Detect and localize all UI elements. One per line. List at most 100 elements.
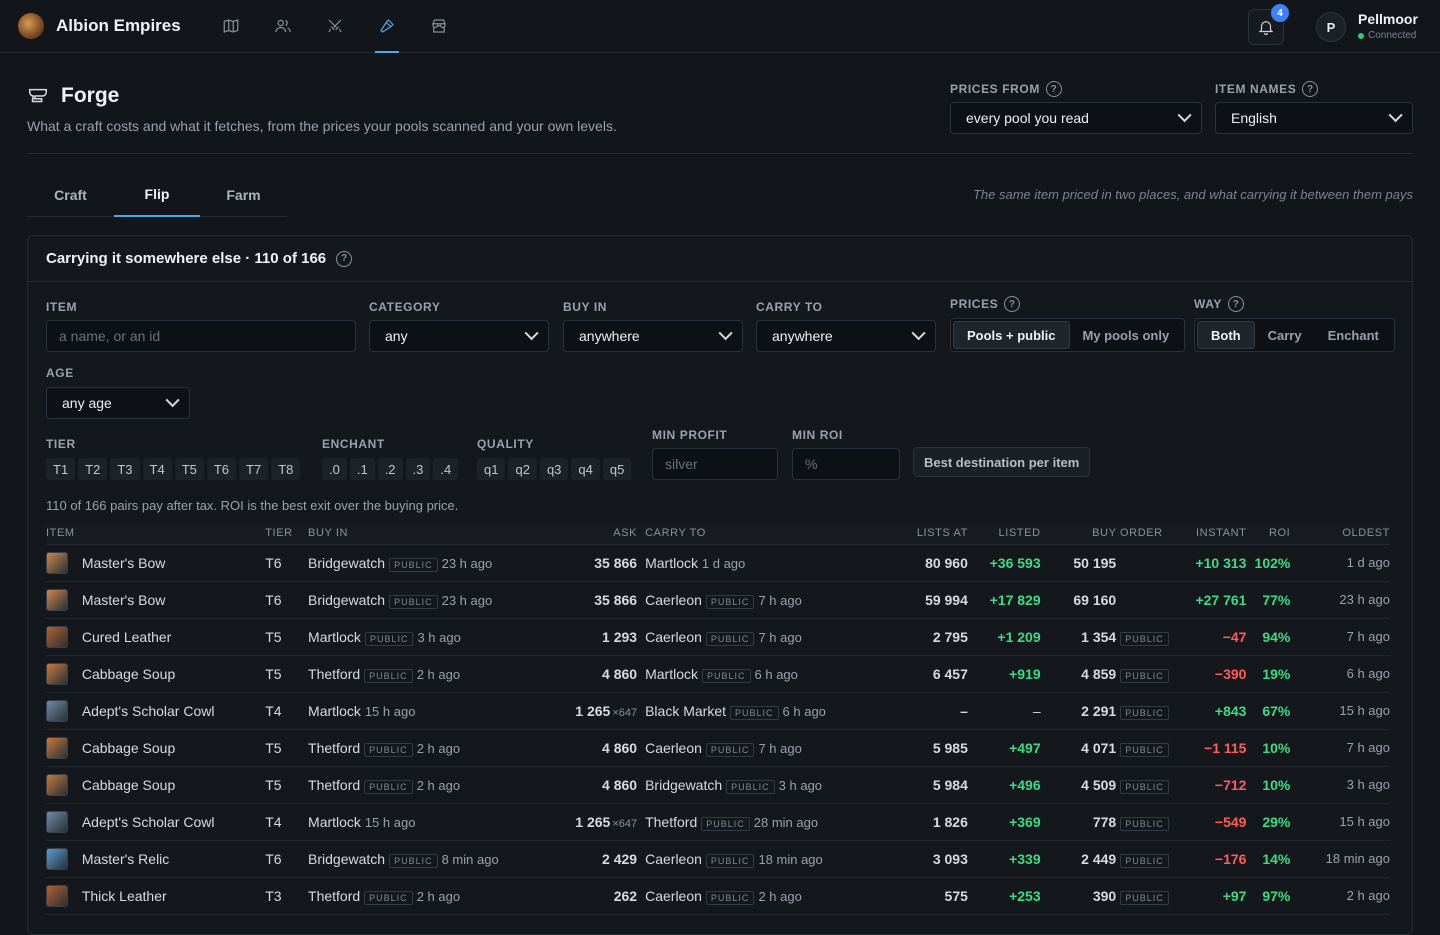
carry-to-label: CARRY TO [756, 300, 823, 314]
column-header[interactable]: ROI [1246, 522, 1291, 545]
tier-chip[interactable]: T1 [46, 458, 76, 480]
tab-flip[interactable]: Flip [114, 172, 200, 217]
item-name[interactable]: Master's Bow [81, 581, 266, 619]
item-name[interactable]: Thick Leather [81, 877, 266, 915]
quality-chip[interactable]: q1 [477, 458, 506, 480]
top-bar: Albion Empires 4 P Pellmoor Connected [0, 0, 1440, 53]
table-row[interactable]: Thick Leather T3 Thetford PUBLIC 2 h ago 262 C… [46, 877, 1390, 915]
best-destination-button[interactable]: Best destination per item [913, 447, 1091, 477]
item-name[interactable]: Master's Relic [81, 840, 266, 878]
item-name[interactable]: Adept's Scholar Cowl [81, 803, 266, 841]
age-select[interactable]: any age [46, 387, 190, 419]
carry-age: 1 d ago [701, 555, 746, 571]
carry-to-cell: Black Market PUBLIC 6 h ago [645, 692, 879, 730]
way-carry-button[interactable]: Carry [1255, 321, 1315, 349]
item-search-input[interactable]: a name, or an id [46, 320, 356, 352]
nav-market-icon[interactable] [413, 0, 465, 53]
tab-farm[interactable]: Farm [200, 172, 287, 217]
oldest: 7 h ago [1290, 618, 1390, 656]
tier-chip[interactable]: T2 [78, 458, 108, 480]
table-row[interactable]: Adept's Scholar Cowl T4 Martlock 15 h ago 1… [46, 803, 1390, 841]
prices-pools-public-button[interactable]: Pools + public [953, 321, 1070, 349]
table-row[interactable]: Cured Leather T5 Martlock PUBLIC 3 h ago 1 29… [46, 618, 1390, 656]
buy-in-cell: Bridgewatch PUBLIC 8 min ago [308, 840, 518, 878]
enchant-chip[interactable]: .3 [405, 458, 431, 480]
column-header[interactable]: ASK [517, 522, 646, 545]
table-row[interactable]: Adept's Scholar Cowl T4 Martlock 15 h ago 1… [46, 692, 1390, 730]
tier-chip[interactable]: T5 [174, 458, 204, 480]
user-status-label: Connected [1368, 30, 1417, 41]
carry-age: 18 min ago [758, 851, 823, 867]
instant-profit: −176 [1172, 840, 1247, 878]
enchant-chip[interactable]: .1 [349, 458, 375, 480]
column-header[interactable]: CARRY TO [645, 522, 879, 545]
quality-chip[interactable]: q5 [602, 458, 632, 480]
column-header[interactable]: BUY IN [308, 522, 518, 545]
item-name[interactable]: Cabbage Soup [81, 729, 266, 767]
carry-to-cell: Bridgewatch PUBLIC 3 h ago [645, 766, 879, 804]
column-header[interactable]: INSTANT [1172, 522, 1247, 545]
min-roi-input[interactable]: % [792, 448, 900, 480]
enchant-chip[interactable]: .2 [377, 458, 403, 480]
buy-age: 23 h ago [441, 592, 493, 608]
notifications-button[interactable]: 4 [1248, 4, 1289, 45]
column-header[interactable]: OLDEST [1290, 522, 1390, 545]
table-row[interactable]: Master's Bow T6 Bridgewatch PUBLIC 23 h ago 3… [46, 544, 1390, 582]
public-tag: PUBLIC [705, 631, 755, 646]
tier-chip[interactable]: T7 [239, 458, 269, 480]
help-icon[interactable]: ? [336, 250, 353, 267]
nav-map-icon[interactable] [205, 0, 257, 53]
min-profit-input[interactable]: silver [652, 448, 778, 480]
item-name[interactable]: Master's Bow [81, 544, 266, 582]
nav-swords-icon[interactable] [309, 0, 361, 53]
column-header[interactable]: LISTED [967, 522, 1041, 545]
item-name[interactable]: Cabbage Soup [81, 655, 266, 693]
buy-order: 4 071 [1040, 729, 1117, 767]
oldest: 2 h ago [1290, 877, 1390, 915]
table-row[interactable]: Cabbage Soup T5 Thetford PUBLIC 2 h ago 4 860… [46, 766, 1390, 804]
enchant-chip[interactable]: .0 [322, 458, 347, 480]
table-row[interactable]: Cabbage Soup T5 Thetford PUBLIC 2 h ago 4 860… [46, 729, 1390, 767]
table-row[interactable]: Master's Bow T6 Bridgewatch PUBLIC 23 h ago 3… [46, 581, 1390, 619]
carry-age: 7 h ago [758, 629, 802, 645]
tier-chip[interactable]: T6 [206, 458, 237, 480]
help-icon[interactable]: ? [1228, 296, 1245, 312]
column-header[interactable]: TIER [265, 522, 309, 545]
buy-age: 23 h ago [441, 555, 493, 571]
quality-chip[interactable]: q4 [571, 458, 600, 480]
item-name[interactable]: Adept's Scholar Cowl [81, 692, 266, 730]
buy-in-select[interactable]: anywhere [563, 320, 743, 352]
oldest: 15 h ago [1290, 692, 1390, 730]
help-icon[interactable]: ? [1302, 81, 1319, 97]
tab-craft[interactable]: Craft [27, 172, 114, 217]
prices-from-label: PRICES FROM? [950, 81, 1062, 97]
nav-users-icon[interactable] [257, 0, 309, 53]
carry-to-select[interactable]: anywhere [756, 320, 936, 352]
column-header[interactable]: BUY ORDER [1040, 522, 1173, 545]
category-select[interactable]: any [369, 320, 549, 352]
help-icon[interactable]: ? [1045, 81, 1062, 97]
item-tier: T3 [265, 877, 309, 915]
public-tag: PUBLIC [726, 779, 775, 794]
column-header[interactable]: LISTS AT [878, 522, 968, 545]
quality-chip[interactable]: q2 [508, 458, 537, 480]
item-names-select[interactable]: English [1215, 102, 1413, 134]
table-row[interactable]: Master's Relic T6 Bridgewatch PUBLIC 8 min a… [46, 840, 1390, 878]
table-row[interactable]: Cabbage Soup T5 Thetford PUBLIC 2 h ago 4 860… [46, 655, 1390, 693]
way-enchant-button[interactable]: Enchant [1315, 321, 1392, 349]
help-icon[interactable]: ? [1004, 296, 1021, 312]
tier-chip[interactable]: T3 [110, 458, 140, 480]
tier-chip[interactable]: T8 [271, 458, 301, 480]
quality-chip[interactable]: q3 [539, 458, 569, 480]
tier-chip[interactable]: T4 [142, 458, 172, 480]
prices-my-pools-button[interactable]: My pools only [1070, 321, 1183, 349]
enchant-chip[interactable]: .4 [433, 458, 459, 480]
item-name[interactable]: Cured Leather [81, 618, 266, 656]
prices-from-select[interactable]: every pool you read [950, 102, 1202, 134]
roi: 14% [1246, 840, 1291, 878]
avatar[interactable]: P [1316, 12, 1346, 42]
nav-hammer-icon[interactable] [361, 0, 413, 53]
way-both-button[interactable]: Both [1197, 321, 1255, 349]
item-name[interactable]: Cabbage Soup [81, 766, 266, 804]
column-header[interactable]: ITEM [46, 522, 266, 545]
